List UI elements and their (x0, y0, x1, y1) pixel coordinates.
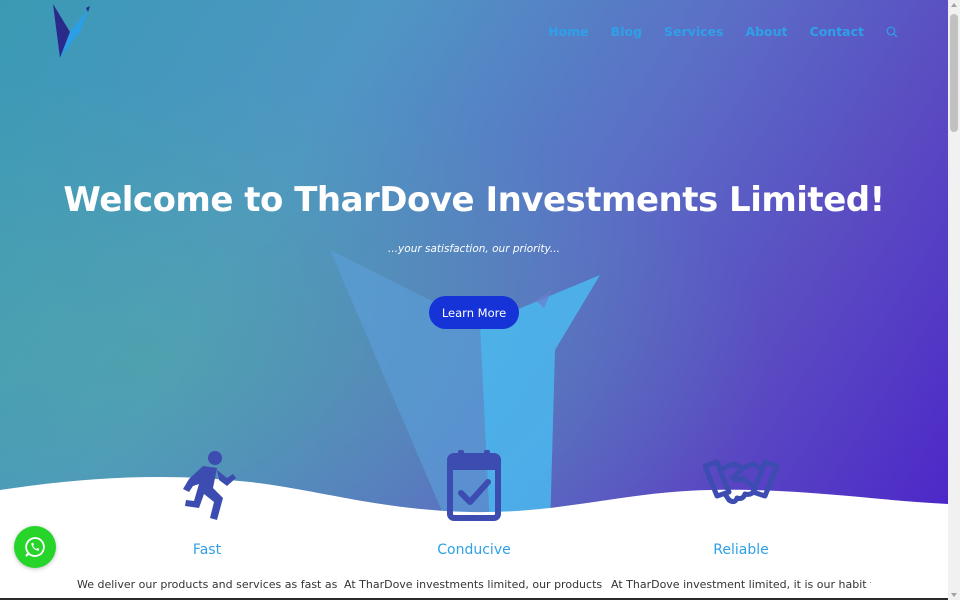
feature-text: We deliver our products and services as … (77, 578, 337, 591)
feature-title: Reliable (713, 542, 769, 558)
feature-reliable: Reliable At TharDove investment limited,… (611, 448, 871, 591)
nav-home[interactable]: Home (548, 22, 589, 42)
calendar-check-icon (447, 450, 501, 521)
feature-conducive: Conducive At TharDove investments limite… (344, 448, 604, 591)
nav-contact[interactable]: Contact (810, 22, 864, 42)
bird-logo-icon[interactable] (50, 2, 92, 60)
main-nav: Home Blog Services About Contact (526, 22, 900, 42)
feature-title: Fast (192, 542, 222, 558)
learn-more-button[interactable]: Learn More (429, 296, 519, 329)
feature-title: Conducive (437, 542, 511, 558)
feature-fast: Fast We deliver our products and service… (77, 448, 337, 591)
hero-subtitle: ...your satisfaction, our priority... (388, 243, 560, 255)
hero-title: Welcome to TharDove Investments Limited! (63, 180, 885, 220)
nav-about[interactable]: About (745, 22, 787, 42)
scroll-down-arrow-icon[interactable] (951, 593, 957, 597)
whatsapp-button[interactable] (14, 526, 56, 568)
whatsapp-icon (25, 537, 45, 557)
vertical-scrollbar[interactable] (948, 0, 960, 600)
nav-blog[interactable]: Blog (611, 22, 642, 42)
feature-text: At TharDove investments limited, our pro… (344, 578, 604, 591)
scroll-up-arrow-icon[interactable] (951, 3, 957, 7)
handshake-icon (703, 459, 779, 505)
feature-text: At TharDove investment limited, it is ou… (611, 578, 871, 591)
scrollbar-thumb[interactable] (950, 14, 958, 132)
search-icon[interactable] (886, 25, 900, 39)
nav-services[interactable]: Services (664, 22, 723, 42)
running-person-icon (183, 451, 236, 520)
